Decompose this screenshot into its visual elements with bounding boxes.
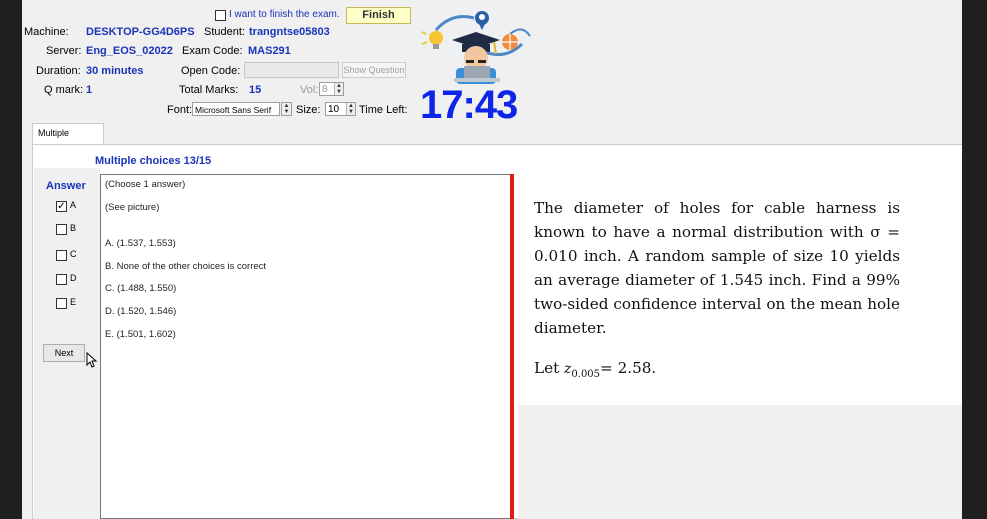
answer-checkbox-d[interactable]: [56, 274, 67, 285]
panel-divider[interactable]: [510, 174, 514, 519]
size-label: Size:: [296, 104, 321, 116]
hint-subscript: 0.005: [571, 369, 601, 381]
finish-button[interactable]: Finish: [346, 7, 411, 24]
exam-client-window: I want to finish the exam. Finish Machin…: [22, 0, 987, 519]
answer-label-b: B: [70, 223, 77, 233]
vol-label: Vol:: [300, 84, 319, 96]
tab-multiple-choices[interactable]: Multiple Choices: [32, 123, 104, 156]
answer-checkbox-b[interactable]: [56, 224, 67, 235]
answer-label-c: C: [70, 249, 77, 259]
qmark-value: 1: [86, 84, 93, 96]
answer-checkbox-a[interactable]: ✓: [56, 201, 67, 212]
answer-label-a: A: [70, 200, 77, 210]
question-picture: The diameter of holes for cable harness …: [518, 180, 932, 405]
machine-label: Machine:: [24, 26, 69, 38]
font-stepper[interactable]: ▲ ▼: [281, 102, 292, 116]
server-value: Eng_EOS_02022: [86, 45, 173, 57]
duration-value: 30 minutes: [86, 65, 144, 77]
hint-suffix: = 2.58.: [600, 359, 657, 377]
answer-checkbox-e[interactable]: [56, 298, 67, 309]
answer-label-d: D: [70, 273, 77, 283]
finish-exam-checkbox[interactable]: [215, 10, 226, 21]
student-label: Student:: [204, 26, 245, 38]
size-stepper[interactable]: 10 ▲ ▼: [325, 102, 356, 116]
qmark-label: Q mark:: [44, 84, 84, 96]
option-e: E. (1.501, 1.602): [105, 329, 176, 340]
hint-prefix: Let: [534, 359, 565, 377]
time-left-value: 17:43: [420, 83, 518, 127]
question-gray-area: [518, 405, 977, 519]
total-marks-label: Total Marks:: [179, 84, 239, 96]
duration-label: Duration:: [36, 65, 81, 77]
total-marks-value: 15: [249, 84, 262, 96]
show-question-button[interactable]: Show Question: [342, 62, 406, 78]
exam-code-label: Exam Code:: [182, 45, 243, 57]
vol-stepper[interactable]: 8 ▲ ▼: [319, 82, 344, 96]
exam-code-value: MAS291: [248, 45, 291, 57]
answer-label-e: E: [70, 297, 77, 307]
machine-value: DESKTOP-GG4D6PS: [86, 26, 195, 38]
time-left-label: Time Left:: [359, 104, 408, 116]
option-b: B. None of the other choices is correct: [105, 261, 267, 272]
open-code-label: Open Code:: [181, 65, 241, 77]
section-title: Multiple choices 13/15: [95, 155, 212, 167]
answer-checkbox-c[interactable]: [56, 250, 67, 261]
answer-heading: Answer: [46, 180, 86, 192]
options-panel: (Choose 1 answer) (See picture) A. (1.53…: [100, 174, 512, 519]
option-d: D. (1.520, 1.546): [105, 306, 177, 317]
option-a: A. (1.537, 1.553): [105, 238, 176, 249]
server-label: Server:: [46, 45, 82, 57]
font-select[interactable]: Microsoft Sans Serif: [192, 102, 280, 116]
font-stepper-arrows-icon[interactable]: ▲ ▼: [282, 103, 291, 115]
finish-exam-label: I want to finish the exam.: [229, 9, 340, 20]
option-c: C. (1.488, 1.550): [105, 283, 177, 294]
open-code-input[interactable]: [244, 62, 339, 78]
next-button[interactable]: Next: [43, 344, 85, 362]
student-value: trangntse05803: [249, 26, 330, 38]
screen-edge: [962, 0, 987, 519]
question-hint: Let z0.005= 2.58.: [534, 356, 900, 387]
size-stepper-arrows-icon[interactable]: ▲ ▼: [346, 103, 355, 115]
size-value: 10: [328, 104, 340, 115]
vol-value: 8: [322, 84, 328, 95]
see-picture-note: (See picture): [105, 202, 160, 213]
mouse-cursor-icon: [86, 352, 98, 368]
question-text: The diameter of holes for cable harness …: [534, 199, 900, 337]
choose-instruction: (Choose 1 answer): [105, 179, 186, 190]
font-value: Microsoft Sans Serif: [195, 105, 272, 115]
graduate-illustration-icon: [412, 4, 532, 84]
vol-stepper-arrows-icon[interactable]: ▲ ▼: [334, 83, 343, 95]
font-label: Font:: [167, 104, 193, 116]
